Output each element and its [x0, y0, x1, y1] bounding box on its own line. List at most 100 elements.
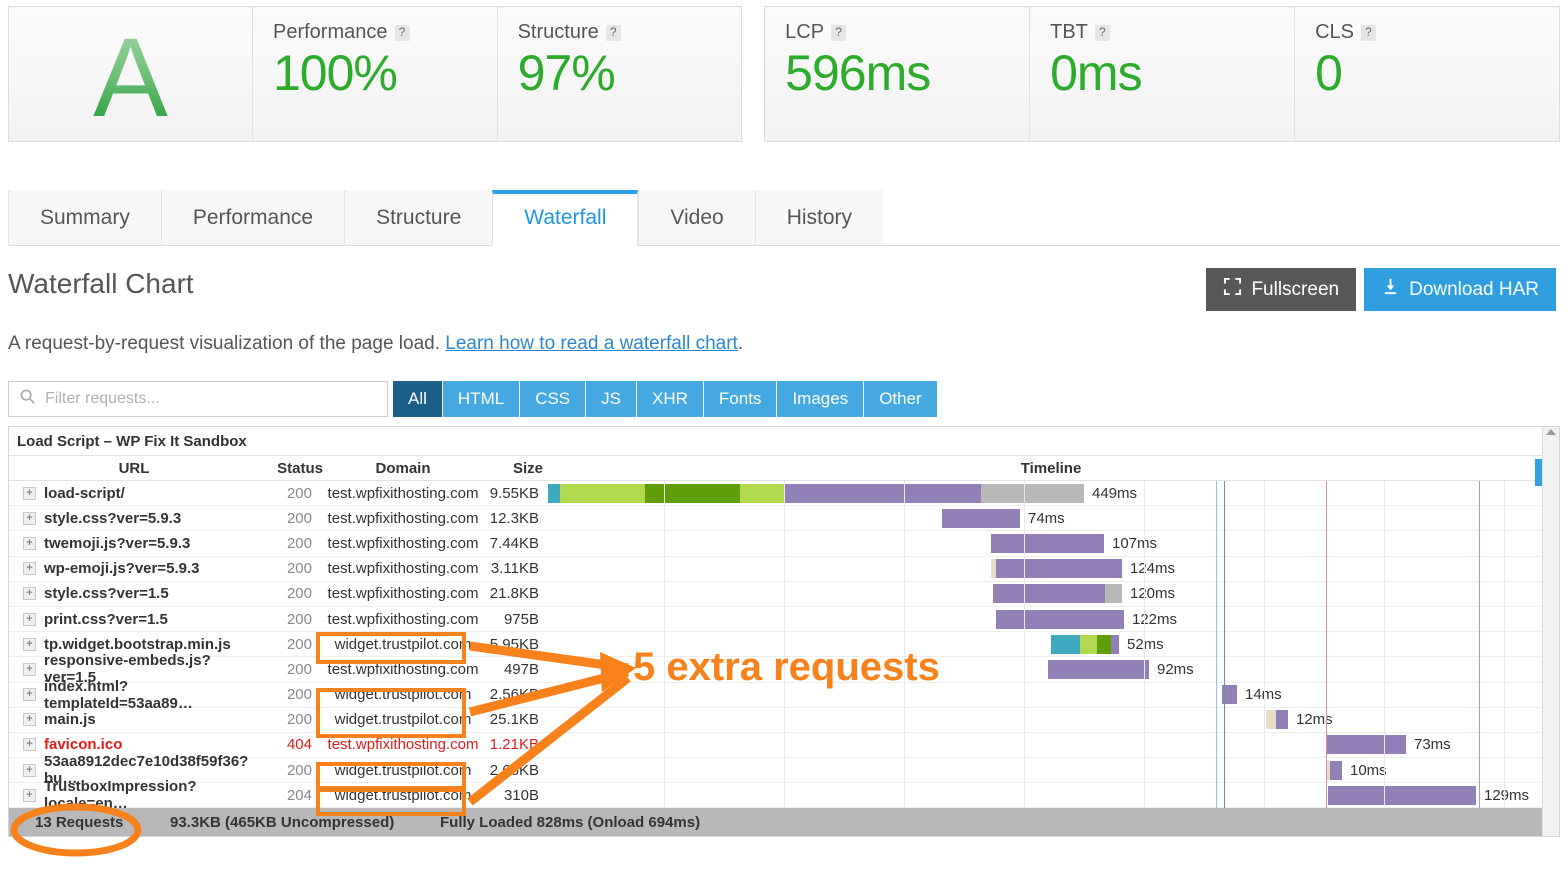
- expand-row-icon[interactable]: +: [23, 738, 36, 751]
- expand-row-icon[interactable]: +: [23, 587, 36, 600]
- row-timeline: 449ms: [543, 481, 1559, 506]
- row-timeline: 52ms: [543, 632, 1559, 657]
- metric-structure-value: 97%: [518, 46, 722, 100]
- timeline-bar: [996, 610, 1124, 629]
- report-tabs: SummaryPerformanceStructureWaterfallVide…: [8, 190, 1560, 246]
- expand-row-icon[interactable]: +: [23, 487, 36, 500]
- waterfall-help-link[interactable]: Learn how to read a waterfall chart: [445, 333, 738, 354]
- metric-lcp-label: LCP ?: [785, 21, 1009, 44]
- help-icon[interactable]: ?: [1095, 25, 1110, 41]
- expand-row-icon[interactable]: +: [23, 562, 36, 575]
- row-domain: widget.trustpilot.com: [323, 762, 483, 779]
- filter-button-other[interactable]: Other: [864, 381, 937, 417]
- help-icon[interactable]: ?: [831, 25, 846, 41]
- tab-history[interactable]: History: [755, 190, 883, 245]
- expand-row-icon[interactable]: +: [23, 512, 36, 525]
- timeline-duration-label: 12ms: [1296, 710, 1333, 729]
- row-size: 3.11KB: [483, 560, 543, 577]
- tab-structure[interactable]: Structure: [344, 190, 492, 245]
- table-row[interactable]: +print.css?ver=1.5200test.wpfixithosting…: [9, 607, 1559, 632]
- timeline-segment-blocked: [1105, 584, 1122, 603]
- score-summary-row: A Performance ? 100% Structure ? 97% LCP…: [0, 0, 1568, 142]
- fullscreen-button[interactable]: Fullscreen: [1206, 268, 1356, 311]
- expand-row-icon[interactable]: +: [23, 688, 36, 701]
- table-row[interactable]: +style.css?ver=5.9.3200test.wpfixithosti…: [9, 506, 1559, 531]
- vertical-scrollbar[interactable]: [1542, 427, 1559, 836]
- filter-button-js[interactable]: JS: [586, 381, 637, 417]
- row-size: 310B: [483, 787, 543, 804]
- filter-button-all[interactable]: All: [393, 381, 443, 417]
- search-input[interactable]: [43, 389, 377, 409]
- timeline-segment-receive: [991, 534, 1104, 553]
- waterfall-table: Load Script – WP Fix It Sandbox URL Stat…: [8, 426, 1560, 837]
- column-header-size[interactable]: Size: [483, 460, 543, 477]
- expand-row-icon[interactable]: +: [23, 613, 36, 626]
- column-header-domain[interactable]: Domain: [323, 460, 483, 477]
- tab-waterfall[interactable]: Waterfall: [492, 190, 638, 246]
- timeline-segment-dns: [1051, 635, 1080, 654]
- timeline-segment-receive: [1276, 710, 1288, 729]
- table-row[interactable]: +wp-emoji.js?ver=5.9.3200test.wpfixithos…: [9, 557, 1559, 582]
- help-icon[interactable]: ?: [395, 25, 410, 41]
- overall-grade-cell: A: [9, 7, 252, 141]
- timeline-segment-receive: [1222, 685, 1237, 704]
- row-url-cell: +TrustboxImpression?locale=en…: [9, 778, 259, 812]
- row-timeline: 74ms: [543, 506, 1559, 531]
- timeline-bar: [1266, 710, 1288, 729]
- row-status: 404: [259, 736, 323, 753]
- expand-row-icon[interactable]: +: [23, 789, 36, 802]
- filter-button-xhr[interactable]: XHR: [637, 381, 704, 417]
- expand-row-icon[interactable]: +: [23, 764, 36, 777]
- row-size: 2.65KB: [483, 762, 543, 779]
- row-status: 200: [259, 585, 323, 602]
- column-header-timeline-label: Timeline: [1021, 460, 1082, 477]
- help-icon[interactable]: ?: [1361, 25, 1376, 41]
- row-size: 497B: [483, 661, 543, 678]
- metric-structure: Structure ? 97%: [497, 7, 742, 141]
- overall-grade: A: [93, 22, 168, 140]
- help-icon[interactable]: ?: [606, 25, 621, 41]
- metric-tbt-value: 0ms: [1050, 46, 1274, 100]
- row-domain: test.wpfixithosting.com: [323, 510, 483, 527]
- tab-performance[interactable]: Performance: [161, 190, 344, 245]
- filter-button-css[interactable]: CSS: [520, 381, 586, 417]
- page-title: Waterfall Chart: [8, 268, 194, 300]
- expand-row-icon[interactable]: +: [23, 638, 36, 651]
- table-row[interactable]: +twemoji.js?ver=5.9.3200test.wpfixithost…: [9, 531, 1559, 556]
- timeline-bar: [548, 484, 1084, 503]
- timeline-segment-receive: [1328, 786, 1476, 805]
- waterfall-header: Waterfall Chart Fullscreen Download HAR: [8, 268, 1556, 311]
- metric-structure-title: Structure: [518, 21, 599, 44]
- filter-input-wrap[interactable]: [8, 381, 388, 417]
- row-domain: test.wpfixithosting.com: [323, 485, 483, 502]
- tab-summary[interactable]: Summary: [8, 190, 161, 245]
- tab-video[interactable]: Video: [638, 190, 754, 245]
- web-vitals-panel: LCP ? 596ms TBT ? 0ms CLS ? 0: [764, 6, 1560, 142]
- expand-row-icon[interactable]: +: [23, 663, 36, 676]
- row-url-cell: +load-script/: [9, 485, 259, 502]
- timeline-segment-receive: [993, 584, 1105, 603]
- table-row[interactable]: +index.html?templateId=53aa89…200widget.…: [9, 683, 1559, 708]
- filter-button-images[interactable]: Images: [777, 381, 864, 417]
- row-url: index.html?templateId=53aa89…: [44, 678, 259, 712]
- expand-row-icon[interactable]: +: [23, 713, 36, 726]
- metric-lcp-title: LCP: [785, 21, 824, 44]
- expand-row-icon[interactable]: +: [23, 537, 36, 550]
- column-header-url[interactable]: URL: [9, 460, 259, 477]
- row-timeline: 12ms: [543, 707, 1559, 732]
- table-row[interactable]: +style.css?ver=1.5200test.wpfixithosting…: [9, 582, 1559, 607]
- filter-button-html[interactable]: HTML: [443, 381, 520, 417]
- row-status: 200: [259, 611, 323, 628]
- row-timeline: 10ms: [543, 758, 1559, 783]
- scroll-up-arrow-icon[interactable]: [1546, 429, 1556, 435]
- row-url-cell: + index.html?templateId=53aa89…: [9, 678, 259, 712]
- table-row[interactable]: +load-script/200test.wpfixithosting.com9…: [9, 481, 1559, 506]
- row-size: 25.1KB: [483, 711, 543, 728]
- download-har-button[interactable]: Download HAR: [1364, 268, 1556, 311]
- row-status: 200: [259, 661, 323, 678]
- filter-button-fonts[interactable]: Fonts: [704, 381, 778, 417]
- column-header-status[interactable]: Status: [259, 460, 323, 477]
- table-row[interactable]: +main.js200widget.trustpilot.com25.1KB12…: [9, 708, 1559, 733]
- table-row[interactable]: +TrustboxImpression?locale=en…204widget.…: [9, 783, 1559, 808]
- row-timeline: 14ms: [543, 682, 1559, 707]
